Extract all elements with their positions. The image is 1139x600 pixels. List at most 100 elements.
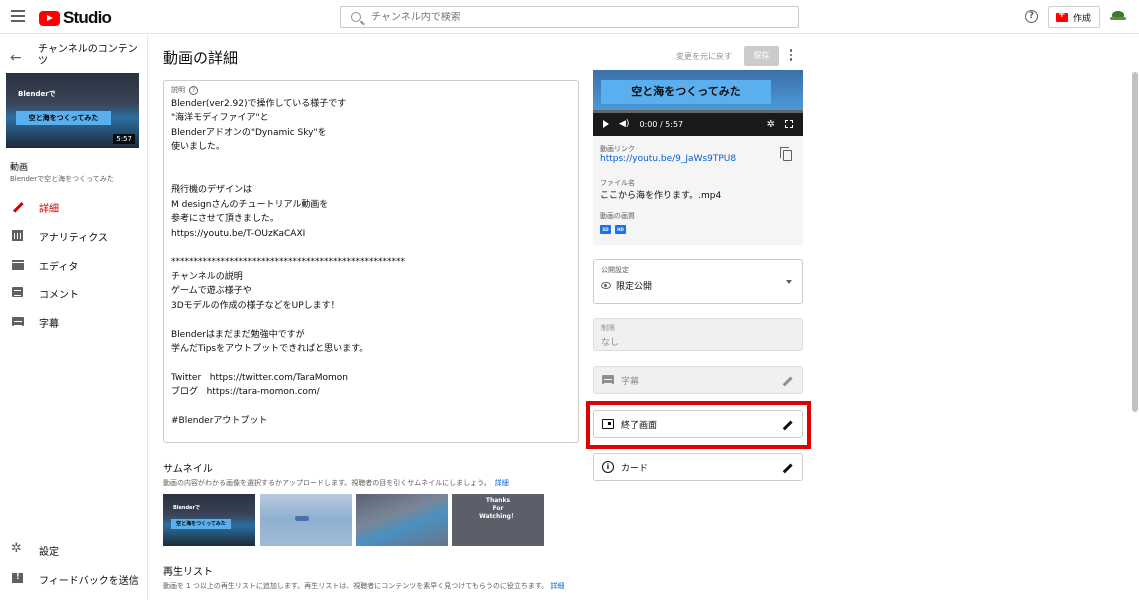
description-text[interactable]: Blender(ver2.92)で操作している様子です "海洋モディファイア"と… <box>171 97 571 428</box>
volume-icon[interactable]: ◀) <box>619 119 629 129</box>
description-field[interactable]: 説明 ? Blender(ver2.92)で操作している様子です "海洋モディフ… <box>163 80 579 443</box>
visibility-dropdown[interactable]: 公開設定 限定公開 <box>593 259 803 304</box>
sidebar-item-editor[interactable]: エディタ <box>0 251 148 279</box>
playlist-section-desc: 動画を 1 つ以上の再生リストに追加します。再生リストは、視聴者にコンテンツを素… <box>163 581 583 591</box>
thumbnail-section-title: サムネイル <box>163 464 213 475</box>
video-progress-bar[interactable] <box>593 110 803 113</box>
subtitles-icon <box>12 316 24 328</box>
sidebar-item-details[interactable]: 詳細 <box>0 193 148 221</box>
restrictions-field: 制限 なし <box>593 318 803 351</box>
sidebar-item-label: フィードバックを送信 <box>39 575 139 587</box>
video-thumbnail[interactable]: Blenderで 空と海をつくってみた 5:57 <box>6 73 139 148</box>
edit-icon[interactable] <box>782 376 792 386</box>
thumbnail-option[interactable] <box>260 494 352 546</box>
video-duration: 5:57 <box>113 134 135 144</box>
search-input[interactable] <box>371 11 771 23</box>
highlight-box <box>586 401 811 449</box>
video-link-label: 動画リンク <box>600 145 635 153</box>
thumbnail-desc-text: 動画の内容がわかる画像を選択するかアップロードします。視聴者の目を引くサムネイル… <box>163 479 491 487</box>
thumbnail-option[interactable]: Thanks For Watching！ <box>452 494 544 546</box>
learn-more-link[interactable]: 詳細 <box>550 582 564 590</box>
film-icon <box>12 259 24 271</box>
filename-label: ファイル名 <box>600 179 635 187</box>
youtube-play-icon <box>39 10 60 26</box>
video-player[interactable]: 空と海をつくってみた ◀) 0:00 / 5:57 ✲ <box>593 70 803 136</box>
hamburger-menu-icon[interactable] <box>11 10 25 22</box>
restrictions-value: なし <box>601 338 620 348</box>
visibility-value-row: 限定公開 <box>601 279 652 292</box>
video-time: 0:00 / 5:57 <box>639 119 684 129</box>
thumbnail-thanks-text: Thanks For Watching！ <box>479 497 517 520</box>
sidebar-item-subtitles[interactable]: 字幕 <box>0 308 148 336</box>
quality-badges: SD HD <box>600 225 626 234</box>
create-label: 作成 <box>1073 13 1092 24</box>
channel-content-title[interactable]: チャンネルのコンテンツ <box>38 44 138 68</box>
sidebar: ← チャンネルのコンテンツ Blenderで 空と海をつくってみた 5:57 動… <box>0 35 148 600</box>
analytics-icon <box>12 230 24 242</box>
logo-text: Studio <box>63 8 112 27</box>
video-preview-panel: 空と海をつくってみた ◀) 0:00 / 5:57 ✲ 動画リンク https:… <box>593 70 803 245</box>
eye-icon <box>601 282 611 289</box>
sidebar-item-feedback[interactable]: フィードバックを送信 <box>0 565 148 593</box>
top-bar: Studio ? 作成 <box>0 0 1139 34</box>
search-icon <box>351 12 361 22</box>
gear-icon[interactable]: ✲ <box>767 119 775 130</box>
restrictions-label: 制限 <box>601 324 615 332</box>
sidebar-item-label: 字幕 <box>39 318 59 330</box>
sidebar-item-label: 詳細 <box>39 203 59 215</box>
search-bar[interactable] <box>340 6 799 28</box>
video-banner: 空と海をつくってみた <box>601 80 771 104</box>
subtitles-icon <box>602 375 614 385</box>
quality-label: 動画の画質 <box>600 212 635 220</box>
back-arrow-icon[interactable]: ← <box>10 50 22 66</box>
save-button[interactable]: 保存 <box>744 46 779 66</box>
chevron-down-icon <box>786 280 792 284</box>
info-icon <box>602 461 614 473</box>
sidebar-item-label: コメント <box>39 289 79 301</box>
help-icon[interactable]: ? <box>1025 10 1038 23</box>
sidebar-item-label: アナリティクス <box>39 232 108 244</box>
comment-icon <box>12 287 24 299</box>
thumbnail-banner: 空と海をつくってみた <box>171 519 231 529</box>
hd-badge-icon: HD <box>615 225 626 234</box>
thumbnail-small-label: Blenderで <box>18 90 56 98</box>
description-label-row: 説明 ? <box>171 85 571 95</box>
thumbnail-section-desc: 動画の内容がわかる画像を選択するかアップロードします。視聴者の目を引くサムネイル… <box>163 478 509 488</box>
studio-logo[interactable]: Studio <box>39 8 112 28</box>
description-label: 説明 <box>171 86 185 94</box>
video-controls: ◀) 0:00 / 5:57 ✲ <box>593 114 803 134</box>
thumbnail-option[interactable] <box>356 494 448 546</box>
sidebar-item-settings[interactable]: 設定 <box>0 536 148 564</box>
subtitles-card[interactable]: 字幕 <box>593 366 803 394</box>
sidebar-item-comments[interactable]: コメント <box>0 279 148 307</box>
sidebar-item-label: 設定 <box>39 546 59 558</box>
create-button[interactable]: 作成 <box>1048 6 1100 28</box>
fullscreen-icon[interactable] <box>785 120 793 128</box>
gear-icon <box>11 541 24 556</box>
revert-button[interactable]: 変更を元に戻す <box>676 51 732 62</box>
filename: ここから海を作ります。.mp4 <box>600 191 722 201</box>
video-link[interactable]: https://youtu.be/9_JaWs9TPU8 <box>600 154 736 164</box>
more-options-icon[interactable] <box>788 49 794 63</box>
video-label: 動画 <box>10 163 29 173</box>
edit-icon[interactable] <box>782 463 792 473</box>
help-icon[interactable]: ? <box>189 85 198 95</box>
visibility-value: 限定公開 <box>616 282 653 292</box>
avatar[interactable] <box>1110 9 1126 23</box>
play-icon[interactable] <box>603 120 609 128</box>
page-title: 動画の詳細 <box>163 49 239 67</box>
playlist-section-title: 再生リスト <box>163 567 213 578</box>
subtitles-label: 字幕 <box>621 376 640 387</box>
page-scrollbar[interactable] <box>1132 72 1138 412</box>
thumbnail-banner: 空と海をつくってみた <box>16 111 111 125</box>
video-camera-icon <box>1056 10 1068 22</box>
cards-card[interactable]: カード <box>593 453 803 481</box>
sidebar-item-analytics[interactable]: アナリティクス <box>0 222 148 250</box>
learn-more-link[interactable]: 詳細 <box>495 479 509 487</box>
cards-label: カード <box>621 463 649 474</box>
visibility-label: 公開設定 <box>601 266 629 274</box>
copy-icon[interactable] <box>780 147 792 161</box>
thumbnail-option[interactable]: Blenderで 空と海をつくってみた <box>163 494 255 546</box>
playlist-desc-text: 動画を 1 つ以上の再生リストに追加します。再生リストは、視聴者にコンテンツを素… <box>163 582 549 590</box>
sd-badge-icon: SD <box>600 225 611 234</box>
